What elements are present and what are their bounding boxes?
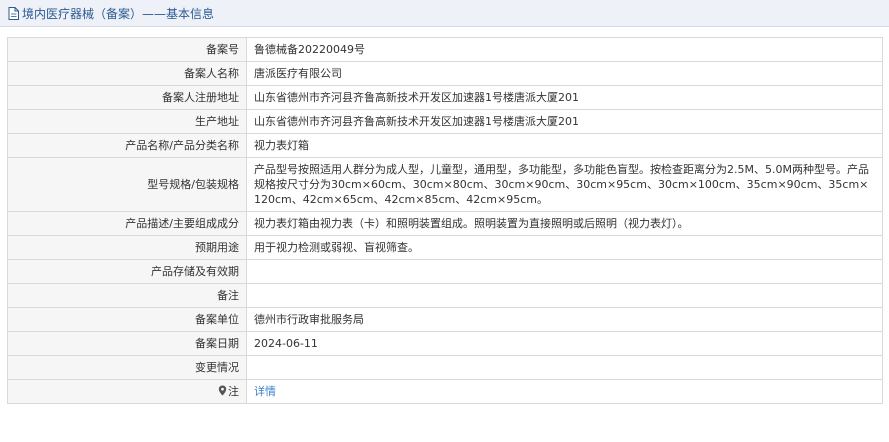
table-row: 产品描述/主要组成成分 视力表灯箱由视力表（卡）和照明装置组成。照明装置为直接照… — [7, 211, 883, 236]
table-row: 备案日期 2024-06-11 — [7, 331, 883, 356]
table-row: 变更情况 — [7, 355, 883, 380]
field-value: 用于视力检测或弱视、盲视筛查。 — [246, 235, 883, 260]
table-row: 备案号 鲁德械备20220049号 — [7, 37, 883, 62]
table-row: 型号规格/包装规格 产品型号按照适用人群分为成人型，儿童型，通用型，多功能型，多… — [7, 157, 883, 212]
field-value — [246, 283, 883, 308]
details-link[interactable]: 详情 — [254, 385, 276, 398]
note-label: 注 — [228, 385, 239, 398]
table-row: 产品存储及有效期 — [7, 259, 883, 284]
field-label: 注 — [7, 379, 247, 404]
content-area: 备案号 鲁德械备20220049号 备案人名称 唐派医疗有限公司 备案人注册地址… — [0, 27, 889, 404]
field-value: 视力表灯箱 — [246, 133, 883, 158]
field-label: 型号规格/包装规格 — [7, 157, 247, 212]
field-value: 唐派医疗有限公司 — [246, 61, 883, 86]
table-row: 产品名称/产品分类名称 视力表灯箱 — [7, 133, 883, 158]
table-row: 备案人名称 唐派医疗有限公司 — [7, 61, 883, 86]
field-value: 山东省德州市齐河县齐鲁高新技术开发区加速器1号楼唐派大厦201 — [246, 85, 883, 110]
field-label: 备案人注册地址 — [7, 85, 247, 110]
field-value: 2024-06-11 — [246, 331, 883, 356]
table-row: 备案单位 德州市行政审批服务局 — [7, 307, 883, 332]
field-value: 详情 — [246, 379, 883, 404]
field-value: 视力表灯箱由视力表（卡）和照明装置组成。照明装置为直接照明或后照明（视力表灯）。 — [246, 211, 883, 236]
field-label: 备案号 — [7, 37, 247, 62]
page-title: 境内医疗器械（备案）——基本信息 — [22, 6, 215, 21]
field-value: 山东省德州市齐河县齐鲁高新技术开发区加速器1号楼唐派大厦201 — [246, 109, 883, 134]
document-icon — [8, 6, 19, 20]
field-label: 产品名称/产品分类名称 — [7, 133, 247, 158]
field-label: 备注 — [7, 283, 247, 308]
table-row: 注 详情 — [7, 379, 883, 404]
field-label: 备案单位 — [7, 307, 247, 332]
field-label: 产品存储及有效期 — [7, 259, 247, 284]
map-pin-icon — [218, 385, 227, 396]
table-row: 备注 — [7, 283, 883, 308]
info-table: 备案号 鲁德械备20220049号 备案人名称 唐派医疗有限公司 备案人注册地址… — [7, 37, 883, 404]
field-value — [246, 259, 883, 284]
field-label: 备案日期 — [7, 331, 247, 356]
field-label: 备案人名称 — [7, 61, 247, 86]
field-label: 产品描述/主要组成成分 — [7, 211, 247, 236]
field-label: 预期用途 — [7, 235, 247, 260]
table-row: 生产地址 山东省德州市齐河县齐鲁高新技术开发区加速器1号楼唐派大厦201 — [7, 109, 883, 134]
field-value — [246, 355, 883, 380]
field-value: 德州市行政审批服务局 — [246, 307, 883, 332]
table-row: 预期用途 用于视力检测或弱视、盲视筛查。 — [7, 235, 883, 260]
field-value: 产品型号按照适用人群分为成人型，儿童型，通用型，多功能型，多功能色盲型。按检查距… — [246, 157, 883, 212]
field-label: 生产地址 — [7, 109, 247, 134]
field-label: 变更情况 — [7, 355, 247, 380]
page-header: 境内医疗器械（备案）——基本信息 — [0, 0, 889, 27]
field-value: 鲁德械备20220049号 — [246, 37, 883, 62]
table-row: 备案人注册地址 山东省德州市齐河县齐鲁高新技术开发区加速器1号楼唐派大厦201 — [7, 85, 883, 110]
